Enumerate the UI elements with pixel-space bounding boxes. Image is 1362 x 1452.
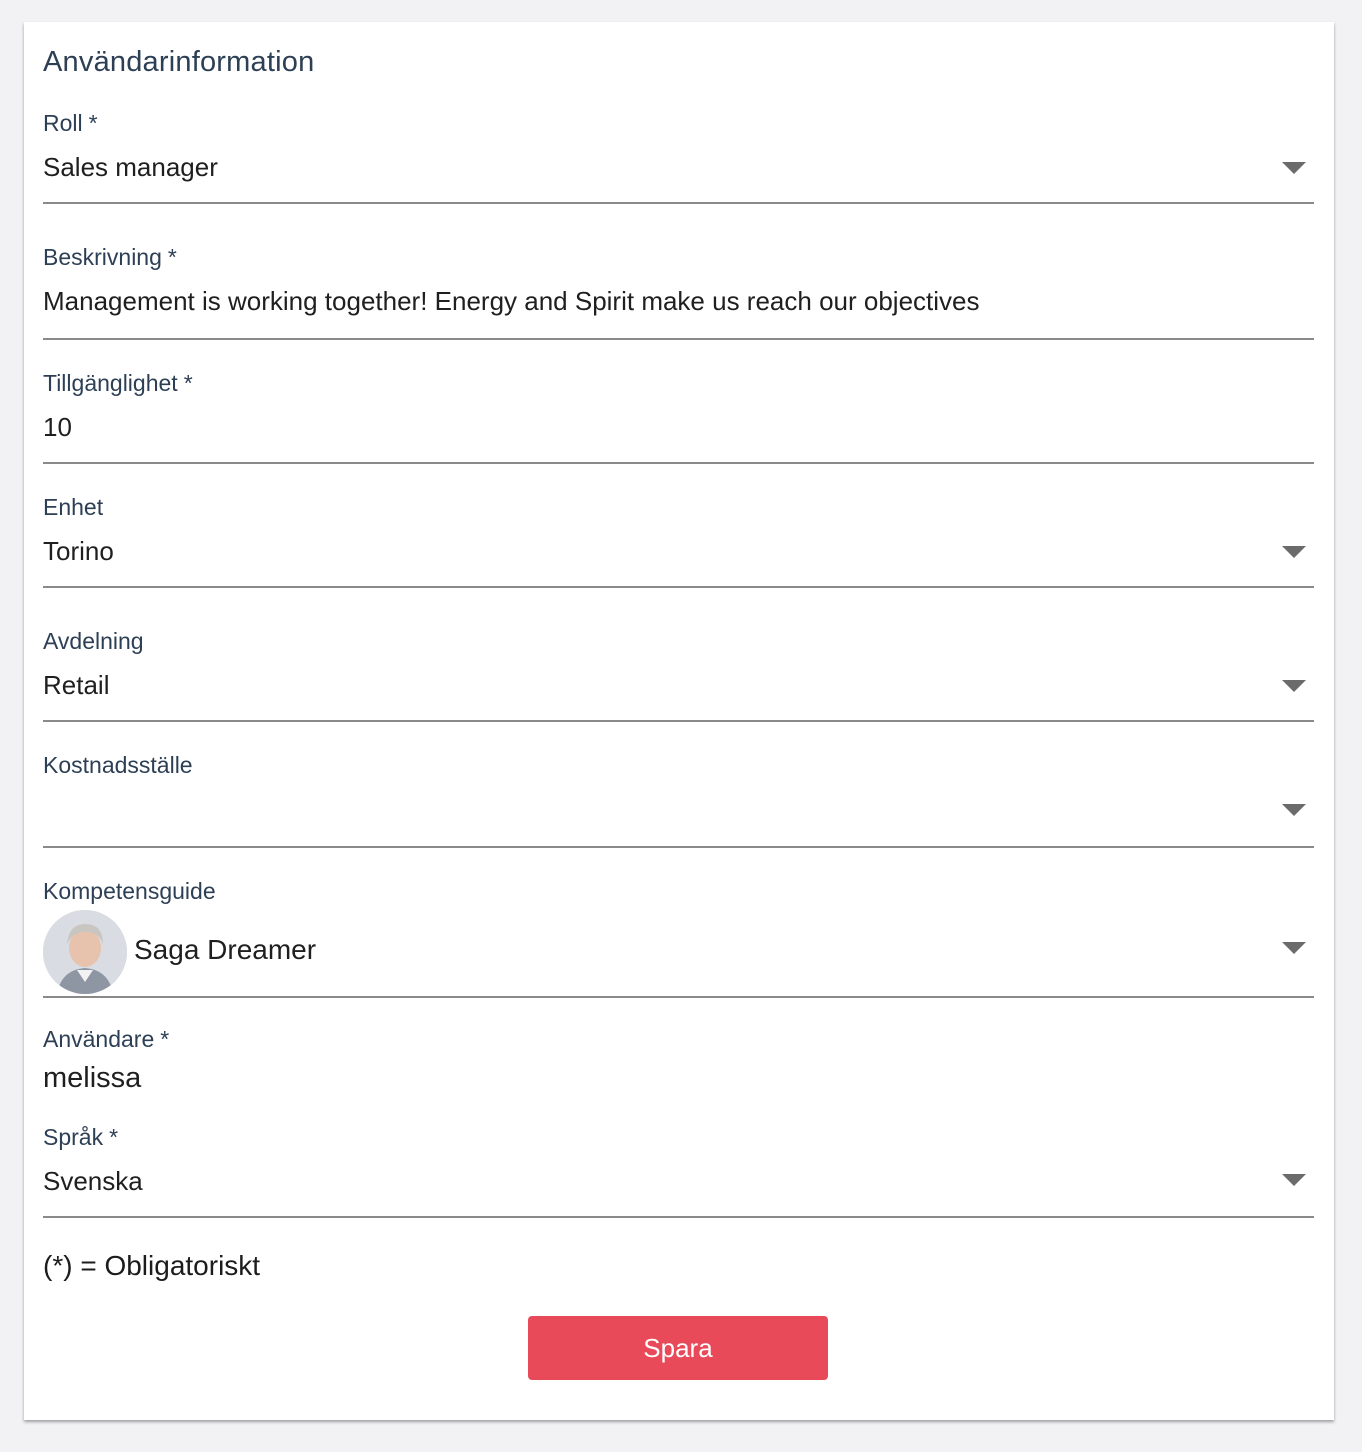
- department-value: Retail: [43, 670, 110, 700]
- department-select[interactable]: Avdelning Retail: [43, 626, 1314, 722]
- chevron-down-icon[interactable]: [1282, 804, 1306, 816]
- availability-field[interactable]: Tillgänglighet * 10: [43, 368, 1314, 464]
- chevron-down-icon[interactable]: [1282, 162, 1306, 174]
- availability-underline: [43, 462, 1314, 464]
- competence-guide-underline: [43, 996, 1314, 998]
- role-label: Roll *: [43, 110, 98, 136]
- role-underline: [43, 202, 1314, 204]
- cost-center-select[interactable]: Kostnadsställe: [43, 750, 1314, 848]
- language-underline: [43, 1216, 1314, 1218]
- role-select[interactable]: Roll * Sales manager: [43, 108, 1314, 204]
- chevron-down-icon[interactable]: [1282, 942, 1306, 954]
- description-field[interactable]: Beskrivning * Management is working toget…: [43, 242, 1314, 340]
- unit-select[interactable]: Enhet Torino: [43, 492, 1314, 588]
- unit-label: Enhet: [43, 494, 104, 520]
- description-value: Management is working together! Energy a…: [43, 286, 980, 316]
- department-underline: [43, 720, 1314, 722]
- avatar: [43, 910, 127, 994]
- unit-value: Torino: [43, 536, 114, 566]
- department-label: Avdelning: [43, 628, 144, 654]
- chevron-down-icon[interactable]: [1282, 546, 1306, 558]
- cost-center-label: Kostnadsställe: [43, 752, 193, 778]
- page-title: Användarinformation: [43, 46, 315, 78]
- user-label: Användare *: [43, 1026, 170, 1052]
- user-field: Användare * melissa: [43, 1024, 1314, 1096]
- description-underline: [43, 338, 1314, 340]
- language-value: Svenska: [43, 1166, 143, 1196]
- language-select[interactable]: Språk * Svenska: [43, 1122, 1314, 1218]
- save-button[interactable]: Spara: [528, 1316, 828, 1380]
- required-note: (*) = Obligatoriskt: [43, 1250, 261, 1281]
- language-label: Språk *: [43, 1124, 119, 1150]
- user-value: melissa: [43, 1062, 142, 1094]
- availability-value: 10: [43, 412, 72, 442]
- competence-guide-label: Kompetensguide: [43, 878, 216, 904]
- description-label: Beskrivning *: [43, 244, 177, 270]
- availability-label: Tillgänglighet *: [43, 370, 193, 396]
- chevron-down-icon[interactable]: [1282, 680, 1306, 692]
- unit-underline: [43, 586, 1314, 588]
- role-value: Sales manager: [43, 152, 218, 182]
- chevron-down-icon[interactable]: [1282, 1174, 1306, 1186]
- person-avatar-icon: [43, 910, 127, 994]
- competence-guide-select[interactable]: Kompetensguide Saga Dreamer: [43, 876, 1314, 998]
- user-info-card: Användarinformation Roll * Sales manager …: [24, 22, 1334, 1420]
- cost-center-underline: [43, 846, 1314, 848]
- competence-guide-value: Saga Dreamer: [134, 934, 317, 965]
